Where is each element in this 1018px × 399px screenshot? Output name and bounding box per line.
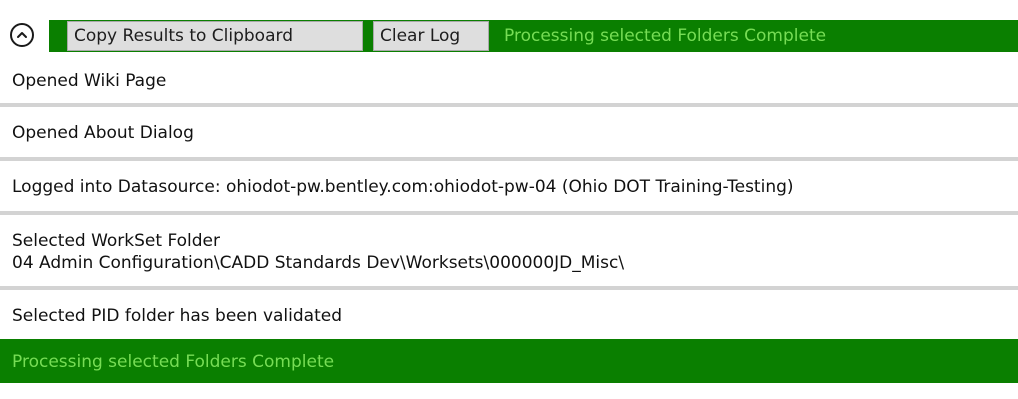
log-entry: Logged into Datasource: ohiodot-pw.bentl… — [0, 161, 1018, 211]
log-entry: Opened About Dialog — [0, 107, 1018, 157]
log-entry: Selected PID folder has been validated — [0, 290, 1018, 339]
log-toolbar: Copy Results to Clipboard Clear Log Proc… — [0, 0, 1018, 55]
log-entry: Selected WorkSet Folder 04 Admin Configu… — [0, 215, 1018, 286]
chevron-up-icon — [17, 32, 27, 38]
collapse-button[interactable] — [10, 23, 34, 47]
copy-results-button[interactable]: Copy Results to Clipboard — [67, 21, 363, 51]
log-list: Opened Wiki Page Opened About Dialog Log… — [0, 56, 1018, 383]
log-entry-text: Selected PID folder has been validated — [12, 306, 342, 326]
log-entry-text: Selected WorkSet Folder — [12, 231, 221, 251]
log-entry-path: 04 Admin Configuration\CADD Standards De… — [12, 253, 625, 273]
status-text: Processing selected Folders Complete — [504, 26, 827, 46]
log-entry: Opened Wiki Page — [0, 56, 1018, 103]
log-entry-highlighted: Processing selected Folders Complete — [0, 339, 1018, 383]
log-entry-text: Opened Wiki Page — [12, 71, 167, 91]
log-entry-text: Opened About Dialog — [12, 123, 194, 143]
log-entry-text: Processing selected Folders Complete — [12, 352, 335, 372]
clear-log-button[interactable]: Clear Log — [373, 21, 489, 51]
log-entry-text: Logged into Datasource: ohiodot-pw.bentl… — [12, 177, 794, 197]
